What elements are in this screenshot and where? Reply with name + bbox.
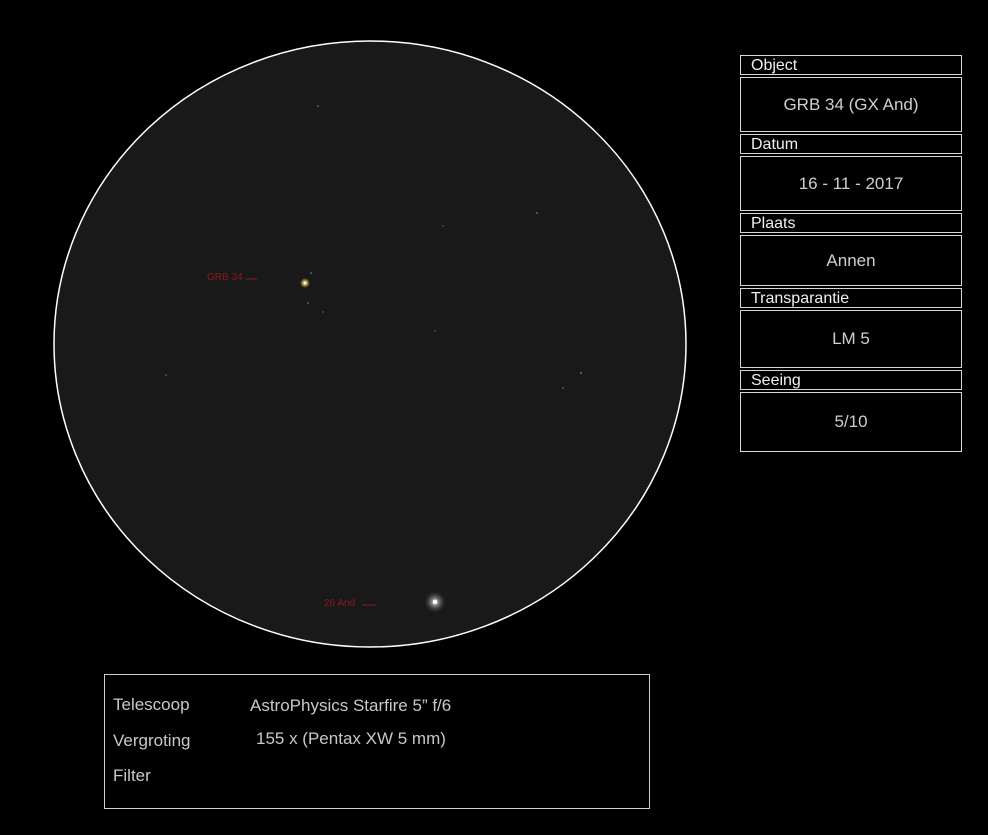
magnification-label: Vergroting (113, 731, 191, 750)
star (562, 387, 564, 389)
object-value: GRB 34 (GX And) (740, 77, 962, 132)
object-header: Object (740, 55, 962, 75)
label-26-and: 26 And (324, 598, 356, 609)
star (536, 212, 538, 214)
place-value: Annen (740, 235, 962, 286)
star (580, 372, 582, 374)
field-circle (53, 40, 687, 648)
date-header: Datum (740, 134, 962, 154)
place-header: Plaats (740, 213, 962, 233)
star (310, 272, 312, 274)
magnification-value: 155 x (Pentax XW 5 mm) (256, 729, 446, 748)
date-value: 16 - 11 - 2017 (740, 156, 962, 211)
telescope-value: AstroPhysics Starfire 5” f/6 (250, 696, 452, 715)
transparency-value: LM 5 (740, 310, 962, 368)
star (307, 302, 309, 304)
star-target-grb34-core (303, 281, 307, 285)
star (322, 311, 324, 313)
star (317, 105, 319, 107)
filter-label: Filter (113, 766, 151, 785)
equipment-box: Telescoop AstroPhysics Starfire 5” f/6 V… (104, 674, 650, 809)
star (165, 374, 167, 376)
star (434, 330, 436, 332)
transparency-header: Transparantie (740, 288, 962, 308)
seeing-header: Seeing (740, 370, 962, 390)
observation-info-panel: Object GRB 34 (GX And) Datum 16 - 11 - 2… (740, 55, 962, 452)
star-26-and (432, 599, 438, 605)
telescope-label: Telescoop (113, 695, 190, 714)
seeing-value: 5/10 (740, 392, 962, 452)
label-grb34: GRB 34 (207, 272, 243, 283)
star (442, 225, 444, 227)
